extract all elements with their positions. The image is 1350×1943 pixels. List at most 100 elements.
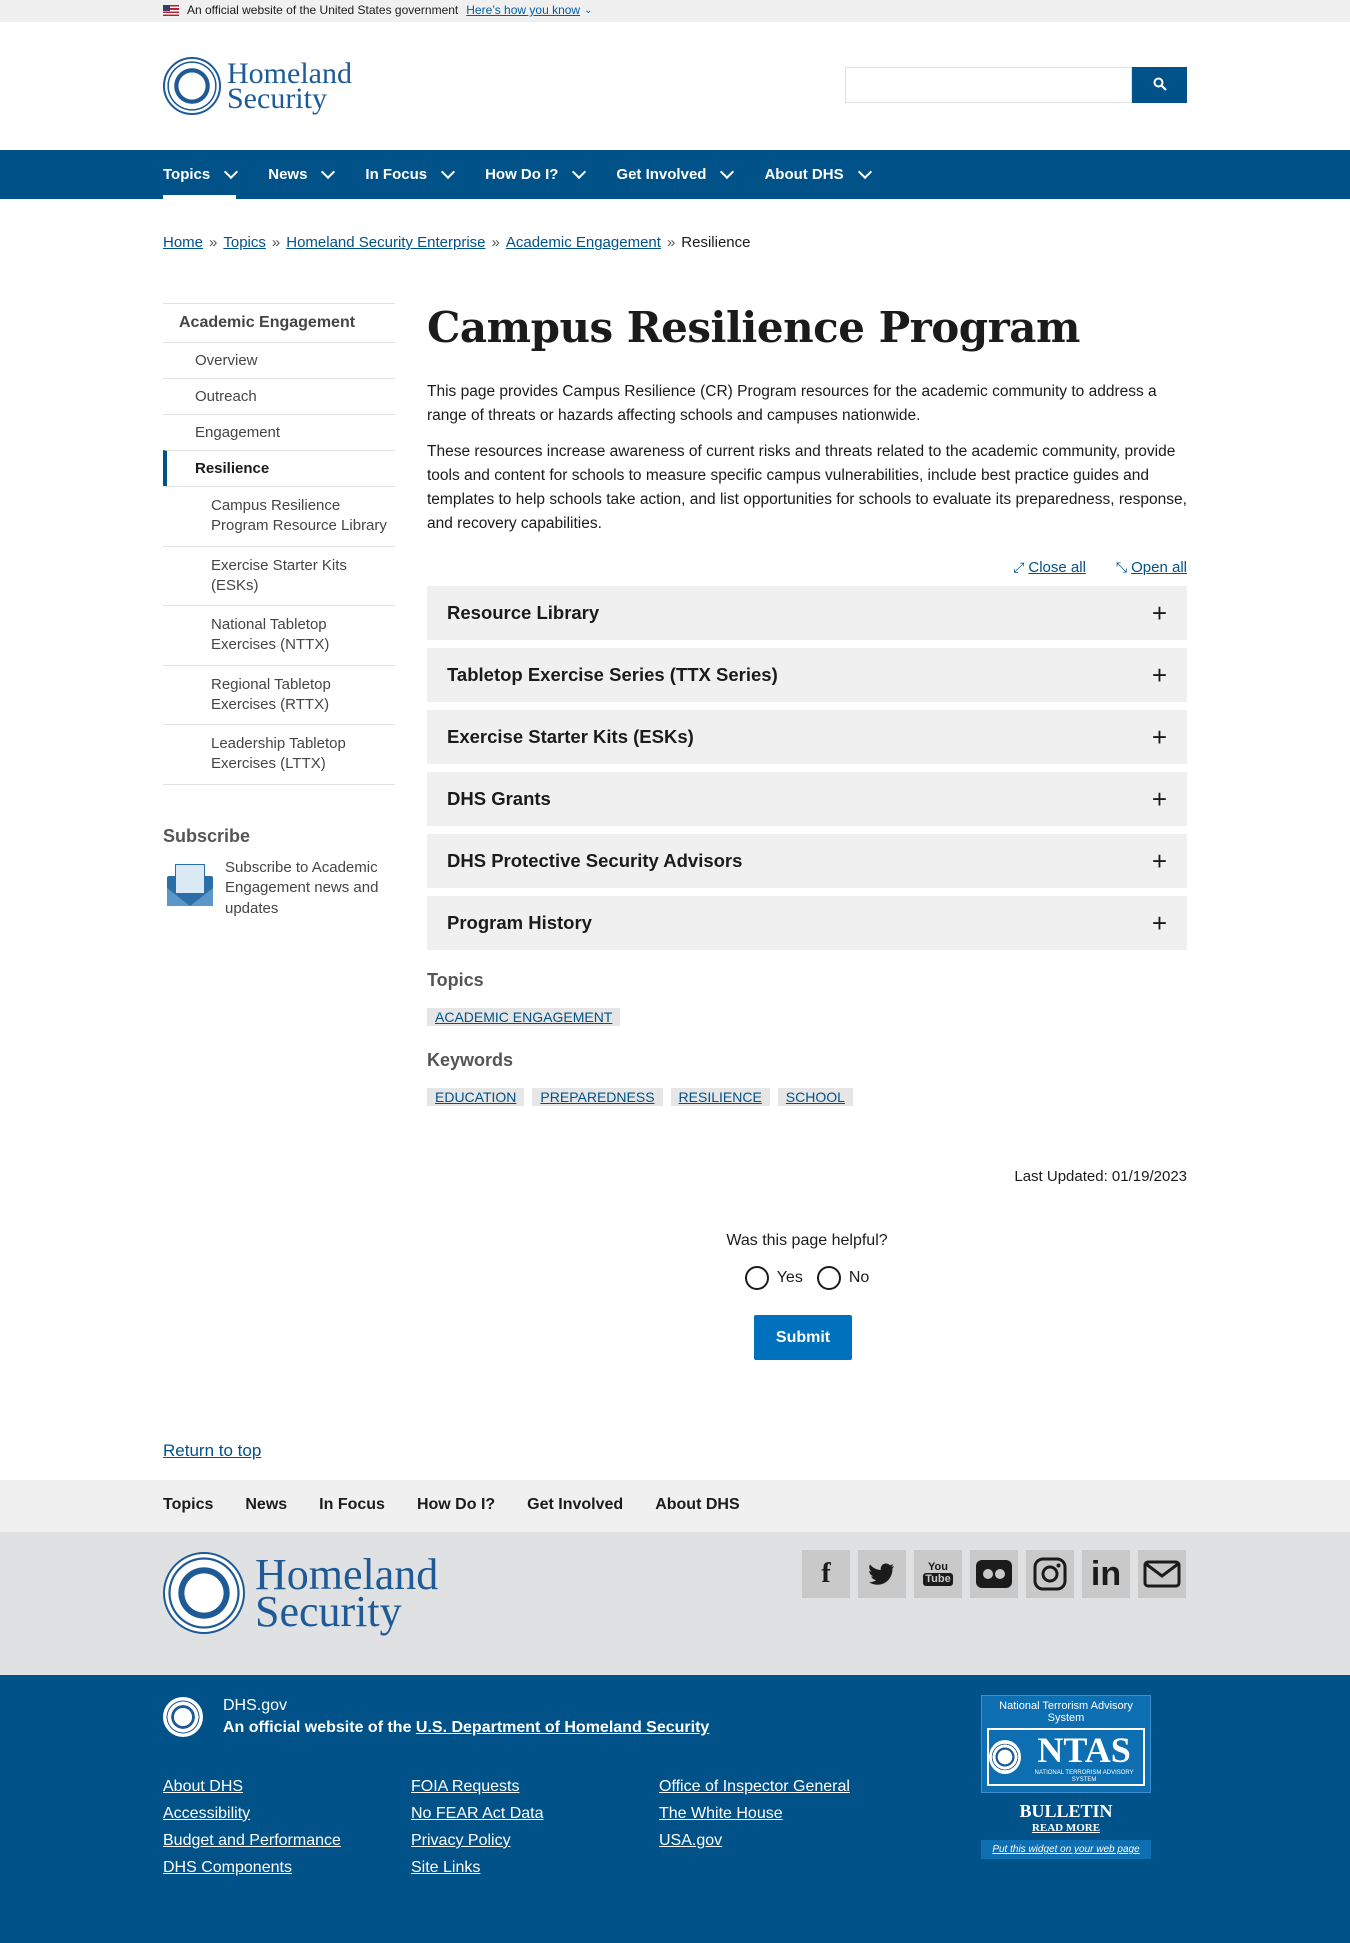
- site-header: Homeland Security: [0, 22, 1350, 150]
- nav-topics[interactable]: Topics: [163, 150, 239, 199]
- subscribe-text: Subscribe to Academic Engagement news an…: [225, 859, 379, 917]
- plus-icon: +: [1151, 784, 1167, 814]
- breadcrumb-homeland-security-enterprise[interactable]: Homeland Security Enterprise: [286, 234, 485, 251]
- open-all-button[interactable]: ⤡ Open all: [1116, 559, 1187, 576]
- linkedin-icon[interactable]: in: [1082, 1550, 1130, 1598]
- collapse-icon: ⤢: [1013, 559, 1025, 575]
- accordion-resource-library[interactable]: Resource Library +: [427, 586, 1187, 640]
- topic-tag[interactable]: ACADEMIC ENGAGEMENT: [427, 1008, 621, 1026]
- facebook-icon[interactable]: f: [802, 1550, 850, 1598]
- email-icon[interactable]: [1138, 1550, 1186, 1598]
- sidenav-item-resilience[interactable]: Resilience: [163, 450, 395, 486]
- footer-link-foia[interactable]: FOIA Requests: [411, 1778, 659, 1796]
- keyword-tag[interactable]: PREPAREDNESS: [532, 1088, 663, 1106]
- footer-link-oig[interactable]: Office of Inspector General: [659, 1778, 907, 1796]
- plus-icon: +: [1151, 846, 1167, 876]
- accordion-esks[interactable]: Exercise Starter Kits (ESKs) +: [427, 710, 1187, 764]
- footer-link-budget[interactable]: Budget and Performance: [163, 1832, 411, 1850]
- dhs-logo[interactable]: Homeland Security: [163, 57, 352, 115]
- keyword-tag[interactable]: EDUCATION: [427, 1088, 525, 1106]
- accordion-ttx-series[interactable]: Tabletop Exercise Series (TTX Series) +: [427, 648, 1187, 702]
- chevron-down-icon: [572, 164, 587, 179]
- submit-button[interactable]: Submit: [754, 1315, 852, 1360]
- footer-nav-topics[interactable]: Topics: [163, 1496, 213, 1514]
- sidenav-academic-engagement[interactable]: Academic Engagement: [163, 303, 395, 342]
- footer-link-components[interactable]: DHS Components: [163, 1859, 411, 1877]
- ntas-bulletin: BULLETIN: [1019, 1801, 1113, 1822]
- ntas-read-more-link[interactable]: READ MORE: [981, 1822, 1151, 1834]
- keyword-tag[interactable]: SCHOOL: [777, 1088, 853, 1106]
- chevron-down-icon: [857, 164, 872, 179]
- gov-banner-text: An official website of the United States…: [187, 3, 459, 17]
- topics-heading: Topics: [427, 970, 484, 990]
- instagram-icon[interactable]: [1026, 1550, 1074, 1598]
- twitter-icon[interactable]: [858, 1550, 906, 1598]
- breadcrumb-home[interactable]: Home: [163, 234, 203, 251]
- plus-icon: +: [1151, 660, 1167, 690]
- nav-about-dhs[interactable]: About DHS: [764, 150, 872, 199]
- side-nav: Academic Engagement Overview Outreach En…: [163, 303, 395, 785]
- search-icon: [1153, 77, 1167, 91]
- search-input[interactable]: [845, 67, 1132, 103]
- sidenav-item-overview[interactable]: Overview: [163, 342, 395, 378]
- breadcrumb-academic-engagement[interactable]: Academic Engagement: [506, 234, 661, 251]
- sidenav-subitem-resource-library[interactable]: Campus Resilience Program Resource Libra…: [163, 486, 395, 546]
- sidenav-item-outreach[interactable]: Outreach: [163, 378, 395, 414]
- footer-link-site-links[interactable]: Site Links: [411, 1859, 659, 1877]
- sidenav-subitem-lttx[interactable]: Leadership Tabletop Exercises (LTTX): [163, 724, 395, 785]
- nav-how-do-i[interactable]: How Do I?: [485, 150, 587, 199]
- youtube-icon[interactable]: You Tube: [914, 1550, 962, 1598]
- return-to-top-link[interactable]: Return to top: [163, 1441, 261, 1461]
- chevron-down-icon[interactable]: ⌄: [584, 5, 592, 16]
- footer-link-no-fear[interactable]: No FEAR Act Data: [411, 1805, 659, 1823]
- footer-link-accessibility[interactable]: Accessibility: [163, 1805, 411, 1823]
- breadcrumb-current: Resilience: [681, 234, 751, 251]
- sidenav-item-engagement[interactable]: Engagement: [163, 414, 395, 450]
- close-all-button[interactable]: ⤢ Close all: [1013, 559, 1086, 576]
- nav-news[interactable]: News: [268, 150, 336, 199]
- keyword-tag[interactable]: RESILIENCE: [670, 1088, 770, 1106]
- sidenav-subitem-rttx[interactable]: Regional Tabletop Exercises (RTTX): [163, 664, 395, 725]
- footer-nav-how-do-i[interactable]: How Do I?: [417, 1496, 495, 1514]
- chevron-down-icon: [441, 164, 456, 179]
- dhs-seal-icon: [163, 1697, 203, 1737]
- keywords-heading: Keywords: [427, 1050, 514, 1070]
- feedback-no-radio[interactable]: No: [816, 1266, 869, 1290]
- footer-nav-get-involved[interactable]: Get Involved: [527, 1496, 623, 1514]
- ntas-widget[interactable]: National Terrorism Advisory System NTAS …: [981, 1695, 1151, 1860]
- sidenav-subitem-nttx[interactable]: National Tabletop Exercises (NTTX): [163, 605, 395, 665]
- accordion-program-history[interactable]: Program History +: [427, 896, 1187, 950]
- feedback-yes-radio[interactable]: Yes: [744, 1266, 803, 1290]
- footer-nav-in-focus[interactable]: In Focus: [319, 1496, 385, 1514]
- accordion-dhs-grants[interactable]: DHS Grants +: [427, 772, 1187, 826]
- plus-icon: +: [1151, 598, 1167, 628]
- chevron-down-icon: [321, 164, 336, 179]
- accordion-protective-security-advisors[interactable]: DHS Protective Security Advisors +: [427, 834, 1187, 888]
- footer-link-privacy[interactable]: Privacy Policy: [411, 1832, 659, 1850]
- intro-paragraph: This page provides Campus Resilience (CR…: [427, 383, 1157, 425]
- resources-paragraph: These resources increase awareness of cu…: [427, 443, 1187, 533]
- sidenav-subitem-esks[interactable]: Exercise Starter Kits (ESKs): [163, 545, 395, 606]
- search-button[interactable]: [1132, 67, 1187, 103]
- footer-nav-about-dhs[interactable]: About DHS: [655, 1496, 739, 1514]
- subscribe-link[interactable]: Subscribe to Academic Engagement news an…: [163, 858, 395, 919]
- keyword-tags: EDUCATION PREPAREDNESS RESILIENCE SCHOOL: [427, 1088, 853, 1106]
- page-feedback-form: Was this page helpful? Yes No Submit: [427, 1232, 1187, 1360]
- heres-how-you-know-link[interactable]: Here’s how you know: [466, 3, 580, 17]
- breadcrumb: Home» Topics» Homeland Security Enterpri…: [163, 234, 751, 251]
- footer-nav-news[interactable]: News: [245, 1496, 287, 1514]
- nav-get-involved[interactable]: Get Involved: [616, 150, 735, 199]
- accordion: Resource Library + Tabletop Exercise Seri…: [427, 586, 1187, 958]
- last-updated: Last Updated: 01/19/2023: [1014, 1168, 1187, 1185]
- footer-links: About DHS FOIA Requests Office of Inspec…: [163, 1778, 907, 1877]
- footer-link-white-house[interactable]: The White House: [659, 1805, 907, 1823]
- ntas-widget-link[interactable]: Put this widget on your web page: [981, 1840, 1151, 1860]
- breadcrumb-topics[interactable]: Topics: [223, 234, 266, 251]
- footer-link-usagov[interactable]: USA.gov: [659, 1832, 907, 1850]
- nav-in-focus[interactable]: In Focus: [365, 150, 456, 199]
- ntas-title: National Terrorism Advisory System: [999, 1700, 1133, 1725]
- footer-dhs-link[interactable]: U.S. Department of Homeland Security: [416, 1719, 709, 1736]
- flickr-icon[interactable]: [970, 1550, 1018, 1598]
- footer-link-about-dhs[interactable]: About DHS: [163, 1778, 411, 1796]
- footer-dhs-logo[interactable]: Homeland Security: [163, 1552, 438, 1634]
